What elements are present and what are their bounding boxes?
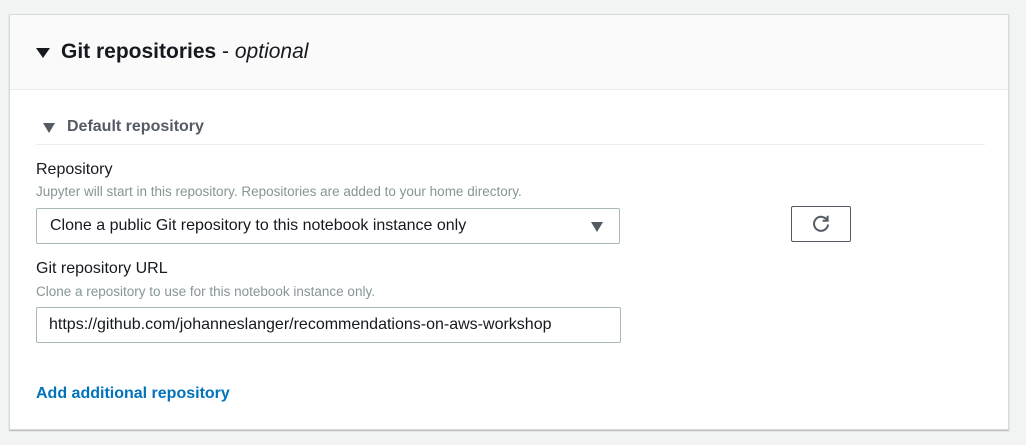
repository-select[interactable]: Clone a public Git repository to this no… [36, 208, 620, 244]
refresh-button[interactable] [791, 206, 851, 242]
section-title: Git repositories - optional [61, 39, 308, 65]
add-additional-repository-link[interactable]: Add additional repository [36, 385, 230, 403]
git-repositories-panel: Git repositories - optional Default repo… [9, 14, 1009, 430]
default-repository-caret-icon[interactable] [43, 123, 55, 133]
divider [36, 144, 985, 145]
dropdown-caret-icon [591, 222, 603, 232]
collapse-caret-icon[interactable] [36, 48, 50, 58]
repository-label: Repository [36, 161, 113, 178]
git-url-input[interactable] [36, 307, 621, 343]
default-repository-heading[interactable]: Default repository [67, 118, 204, 136]
section-title-optional: optional [234, 40, 309, 63]
repository-select-value: Clone a public Git repository to this no… [50, 217, 467, 234]
refresh-icon [813, 215, 829, 232]
git-url-description: Clone a repository to use for this noteb… [36, 284, 375, 299]
section-title-separator: - [216, 40, 235, 63]
git-url-label: Git repository URL [36, 260, 168, 277]
panel-header[interactable]: Git repositories - optional [10, 15, 1008, 90]
section-title-main: Git repositories [61, 40, 217, 63]
repository-description: Jupyter will start in this repository. R… [36, 184, 522, 199]
